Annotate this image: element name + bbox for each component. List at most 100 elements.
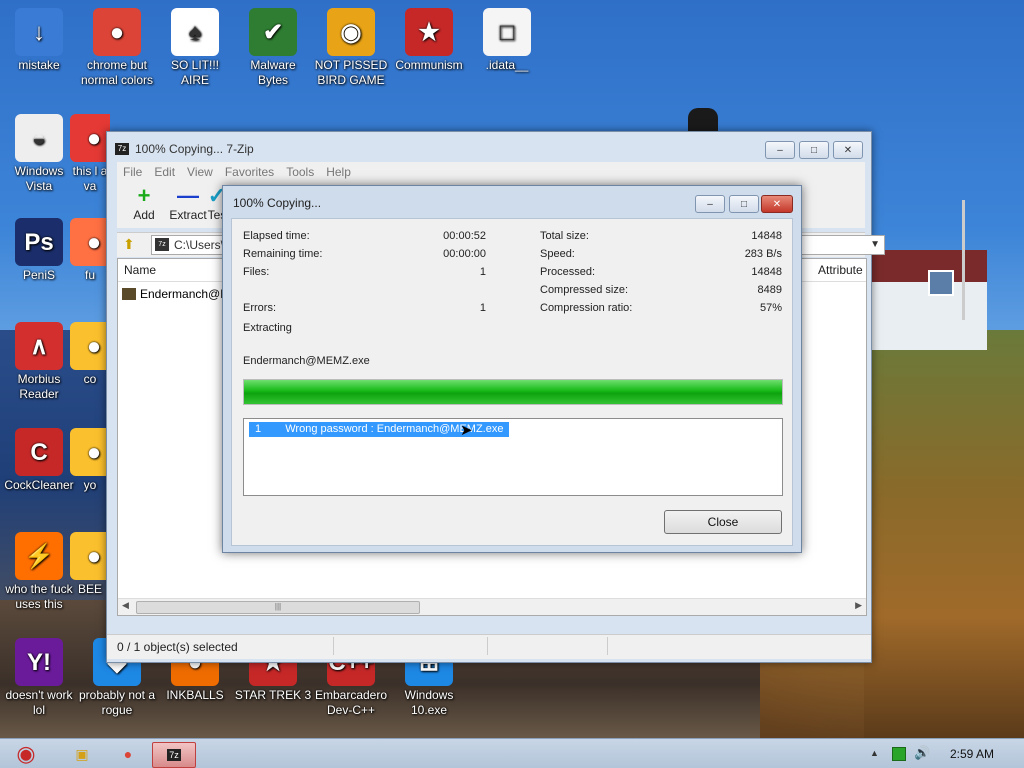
dialog-title: 100% Copying... — [233, 196, 322, 210]
start-button[interactable]: ◉ — [4, 741, 48, 766]
close-window-button[interactable]: ✕ — [833, 141, 863, 159]
extract-label: Extract — [169, 208, 207, 222]
desktop-icon-mistake[interactable]: ↓ mistake — [0, 8, 78, 73]
desktop-icon-label: PeniS — [22, 268, 56, 282]
network-icon[interactable] — [892, 747, 906, 761]
main-titlebar[interactable]: 7z 100% Copying... 7-Zip — [107, 132, 871, 166]
compressed-size-label: Compressed size: — [540, 284, 629, 296]
desktop-icon-not-pissed-bird-game[interactable]: ◉ NOT PISSED BIRD GAME — [312, 8, 390, 88]
minus-icon: — — [177, 183, 199, 208]
desktop-icon-yo[interactable]: ● yo — [70, 428, 110, 493]
dialog-minimize-button[interactable]: – — [695, 195, 725, 213]
desktop-icon-label: NOT PISSED BIRD GAME — [314, 58, 388, 87]
desktop-icon-morbius-reader[interactable]: ∧ Morbius Reader — [0, 322, 78, 402]
morbius-reader-icon: ∧ — [15, 322, 63, 370]
desktop-icon-who-the-fuck-uses-this[interactable]: ⚡ who the fuck uses this — [0, 532, 78, 612]
desktop-icon-bee[interactable]: ● BEE — [70, 532, 110, 597]
clock[interactable]: 2:59 AM — [950, 747, 994, 761]
errors-value: 1 — [479, 302, 486, 314]
status-text: 0 / 1 object(s) selected — [117, 640, 238, 654]
list-item[interactable]: Endermanch@M — [122, 287, 230, 301]
scroll-left-icon[interactable]: ◀ — [122, 600, 129, 611]
desktop-icon-label: Communism — [395, 58, 463, 72]
menu-tools[interactable]: Tools — [280, 165, 320, 179]
volume-icon[interactable]: 🔊 — [914, 745, 930, 761]
penis-icon: Ps — [15, 218, 63, 266]
chrome-icon: ● — [93, 8, 141, 56]
address-text: C:\Users\ — [174, 238, 225, 252]
menu-bar: File Edit View Favorites Tools Help — [117, 162, 865, 182]
who-the-fuck-uses-this-icon: ⚡ — [15, 532, 63, 580]
desktop-icon-label: Windows 10.exe — [404, 688, 454, 717]
current-file: Endermanch@MEMZ.exe — [243, 355, 370, 367]
folder-up-icon[interactable]: ⬆ — [123, 236, 135, 253]
desktop-icon-chrome[interactable]: ● chrome but normal colors — [78, 8, 156, 88]
menu-edit[interactable]: Edit — [148, 165, 181, 179]
desktop-icon-doesnt-work-lol[interactable]: Y! doesn't work lol — [0, 638, 78, 718]
main-window-title: 100% Copying... 7-Zip — [135, 142, 254, 156]
compression-ratio-value: 57% — [759, 302, 782, 314]
desktop-icon-label: CockCleaner — [4, 478, 74, 492]
close-button[interactable]: Close — [664, 510, 782, 534]
remaining-value: 00:00:00 — [443, 248, 486, 260]
desktop-icon-penis[interactable]: Ps PeniS — [0, 218, 78, 283]
show-hidden-icons-icon[interactable]: ▲ — [870, 748, 879, 758]
add-label: Add — [133, 208, 155, 222]
horizontal-scrollbar[interactable]: ◀ ||| ▶ — [118, 598, 866, 615]
desktop-icon-label: who the fuck uses this — [5, 582, 73, 611]
desktop-icon-windows-vista[interactable]: ◒ Windows Vista — [0, 114, 78, 194]
maximize-button[interactable]: □ — [799, 141, 829, 159]
chrome-taskbar-icon[interactable]: ● — [108, 742, 148, 766]
processed-label: Processed: — [540, 266, 596, 278]
desktop-icon-malware-bytes[interactable]: ✔ Malware Bytes — [234, 8, 312, 88]
chevron-down-icon[interactable]: ▼ — [870, 236, 880, 254]
yo-icon: ● — [70, 428, 110, 476]
errors-label: Errors: — [243, 302, 276, 314]
menu-file[interactable]: File — [117, 165, 148, 179]
co-icon: ● — [70, 322, 110, 370]
desktop-icon-idata[interactable]: □ .idata__ — [468, 8, 546, 73]
dialog-close-icon[interactable]: ✕ — [761, 195, 793, 213]
speed-label: Speed: — [540, 248, 575, 260]
column-name[interactable]: Name — [124, 263, 156, 277]
desktop-icon-communism[interactable]: ★ Communism — [390, 8, 468, 73]
desktop-icon-fu[interactable]: ● fu — [70, 218, 110, 283]
desktop-icon-label: probably not a rogue — [78, 688, 156, 717]
desktop-icon-co[interactable]: ● co — [70, 322, 110, 387]
wallpaper-flagpole — [962, 200, 965, 320]
file-name: Endermanch@M — [140, 287, 231, 301]
7zip-taskbar-button[interactable]: 7z — [152, 742, 196, 768]
speed-value: 283 B/s — [744, 248, 782, 260]
scroll-right-icon[interactable]: ▶ — [855, 600, 862, 611]
desktop-icon-label: this l a va — [72, 164, 108, 193]
copy-progress-dialog[interactable]: 100% Copying... – □ ✕ Elapsed time: 00:0… — [222, 185, 802, 553]
error-message-list[interactable]: 1 Wrong password : Endermanch@MEMZ.exe ➤ — [243, 418, 783, 496]
total-size-value: 14848 — [751, 230, 782, 242]
scrollbar-thumb[interactable]: ||| — [136, 601, 420, 614]
menu-view[interactable]: View — [181, 165, 219, 179]
menu-help[interactable]: Help — [320, 165, 357, 179]
minimize-button[interactable]: – — [765, 141, 795, 159]
desktop-icon-cockcleaner[interactable]: C CockCleaner — [0, 428, 78, 493]
desktop-icon-this-l-a-va[interactable]: ● this l a va — [70, 114, 110, 194]
add-button[interactable]: + Add — [121, 183, 167, 222]
file-icon — [122, 288, 136, 300]
extract-button[interactable]: — Extract — [165, 183, 211, 222]
files-value: 1 — [479, 266, 486, 278]
menu-favorites[interactable]: Favorites — [219, 165, 280, 179]
cockcleaner-icon: C — [15, 428, 63, 476]
malware-bytes-icon: ✔ — [249, 8, 297, 56]
desktop-icon-label: Morbius Reader — [17, 372, 61, 401]
operation-text: Extracting — [243, 322, 292, 334]
explorer-taskbar-icon[interactable]: ▣ — [62, 742, 102, 766]
desktop-icon-label: Malware Bytes — [250, 58, 296, 87]
taskbar: ◉ ▣ ● 7z ▲ 🔊 2:59 AM — [0, 738, 1024, 768]
column-attributes[interactable]: Attribute — [818, 263, 863, 277]
dialog-maximize-button[interactable]: □ — [729, 195, 759, 213]
desktop-icon-label: fu — [84, 268, 95, 282]
desktop-icon-so-lit-aire[interactable]: ♠ SO LIT!!! AIRE — [156, 8, 234, 88]
bee-icon: ● — [70, 532, 110, 580]
total-size-label: Total size: — [540, 230, 589, 242]
cursor-icon: ➤ — [460, 422, 473, 439]
elapsed-label: Elapsed time: — [243, 230, 310, 242]
